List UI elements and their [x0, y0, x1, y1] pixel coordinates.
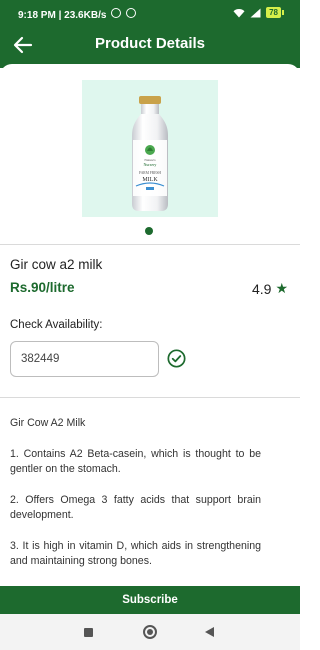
- subscribe-button[interactable]: Subscribe: [0, 586, 300, 614]
- star-icon: ★: [275, 280, 288, 296]
- description-title: Gir Cow A2 Milk: [10, 417, 86, 429]
- system-nav-bar: [0, 614, 300, 650]
- pincode-input[interactable]: [10, 341, 159, 377]
- rating-value: 4.9: [251, 280, 272, 297]
- check-circle-icon[interactable]: [167, 349, 186, 368]
- battery-level: 78: [266, 7, 281, 18]
- signal-icon: [250, 8, 261, 17]
- product-rating: 4.9 ★: [252, 280, 288, 297]
- status-icons: 78: [233, 7, 284, 18]
- product-description: Gir Cow A2 Milk 1. Contains A2 Beta-case…: [10, 416, 261, 585]
- back-icon[interactable]: [205, 627, 214, 637]
- milk-bottle-image: Nature's Nursery FARM FRESH MILK: [132, 96, 168, 211]
- description-point-2: 2. Offers Omega 3 fatty acids that suppo…: [10, 493, 261, 522]
- home-icon[interactable]: [143, 625, 157, 639]
- product-image[interactable]: Nature's Nursery FARM FRESH MILK: [82, 80, 218, 217]
- page-title: Product Details: [94, 35, 206, 52]
- carousel-indicator[interactable]: [145, 227, 153, 235]
- recents-icon[interactable]: [84, 628, 93, 637]
- status-time: 9:18 PM | 23.6KB/s: [18, 8, 136, 21]
- product-name: Gir cow a2 milk: [10, 257, 103, 272]
- description-point-1: 1. Contains A2 Beta-casein, which is tho…: [10, 447, 261, 476]
- status-bar: 9:18 PM | 23.6KB/s 78: [0, 0, 300, 26]
- network-speed: 23.6KB/s: [64, 10, 107, 21]
- wifi-icon: [233, 8, 245, 17]
- status-clock: 9:18 PM: [18, 10, 56, 21]
- bottle-label-brand: Nursery: [144, 162, 157, 167]
- sync-icon: [125, 8, 136, 18]
- product-price: Rs.90/litre: [10, 280, 75, 295]
- bottle-label-line1: FARM FRESH: [139, 171, 161, 175]
- data-saver-icon: [111, 8, 122, 18]
- divider: [0, 397, 300, 398]
- description-point-3: 3. It is high in vitamin D, which aids i…: [10, 539, 261, 568]
- content-sheet: Nature's Nursery FARM FRESH MILK Gir cow…: [0, 64, 300, 586]
- app-bar: Product Details: [0, 26, 300, 64]
- bottle-label-line2: MILK: [142, 177, 158, 183]
- battery-icon: 78: [266, 7, 284, 18]
- divider: [0, 244, 300, 245]
- availability-label: Check Availability:: [10, 319, 103, 331]
